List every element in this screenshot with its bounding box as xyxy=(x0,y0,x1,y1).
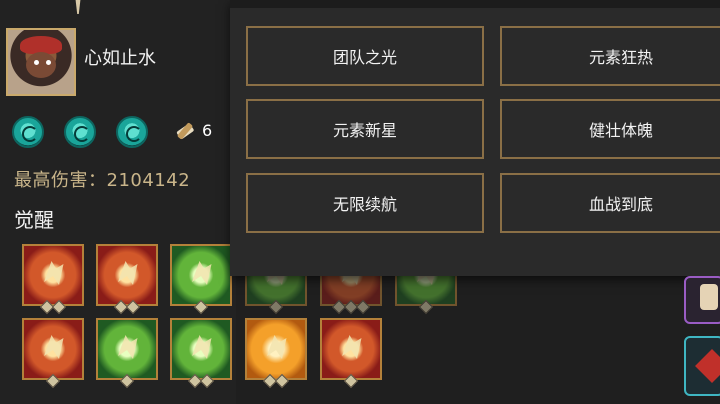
avatar-face xyxy=(26,52,56,78)
side-weapon-slot[interactable] xyxy=(684,336,720,396)
buff-glyph-icon xyxy=(192,335,212,359)
awaken-buff-icon[interactable] xyxy=(96,244,158,315)
options-panel: 团队之光 元素狂热 元素新星 健壮体魄 无限续航 血战到底 xyxy=(230,0,720,276)
panel-top-bar xyxy=(230,0,720,8)
awaken-title: 觉醒 xyxy=(14,208,54,232)
level-diamond-icon xyxy=(343,373,359,389)
buff-level-pips xyxy=(113,299,141,315)
option-element-frenzy[interactable]: 元素狂热 xyxy=(500,26,720,86)
buff-glyph-icon xyxy=(44,261,64,285)
level-diamond-icon xyxy=(355,299,371,315)
buff-level-pips xyxy=(45,373,61,389)
player-name: 心如止水 xyxy=(84,48,156,69)
teal-skill-icon[interactable] xyxy=(12,116,44,148)
option-robust-body[interactable]: 健壮体魄 xyxy=(500,99,720,159)
buff-glyph-icon xyxy=(44,335,64,359)
player-avatar[interactable] xyxy=(6,28,76,96)
awaken-buff-icon[interactable] xyxy=(170,244,232,315)
buff-glyph-icon xyxy=(342,335,362,359)
level-diamond-icon xyxy=(125,299,141,315)
scroll-icon xyxy=(176,122,194,140)
teal-skill-icon[interactable] xyxy=(64,116,96,148)
buff-glyph-icon xyxy=(192,261,212,285)
awaken-buff-icon[interactable] xyxy=(320,318,382,389)
buff-glyph-icon xyxy=(267,335,287,359)
level-diamond-icon xyxy=(51,299,67,315)
level-diamond-icon xyxy=(268,299,284,315)
avatar-eye xyxy=(46,60,51,65)
buff-level-pips xyxy=(268,299,284,315)
option-team-light[interactable]: 团队之光 xyxy=(246,26,484,86)
side-item-icon xyxy=(700,284,718,310)
item-count: 6 xyxy=(202,121,213,140)
buff-level-pips xyxy=(119,373,135,389)
max-damage-text: 最高伤害：2104142 xyxy=(14,170,191,191)
avatar-eye xyxy=(34,60,39,65)
awaken-buff-icon[interactable] xyxy=(22,244,84,315)
level-diamond-icon xyxy=(119,373,135,389)
side-item-slot[interactable] xyxy=(684,276,720,324)
buff-level-pips xyxy=(418,299,434,315)
level-diamond-icon xyxy=(193,299,209,315)
buff-glyph-icon xyxy=(118,335,138,359)
option-fight-to-end[interactable]: 血战到底 xyxy=(500,173,720,233)
option-infinite-endurance[interactable]: 无限续航 xyxy=(246,173,484,233)
buff-level-pips xyxy=(343,373,359,389)
teal-skill-icon[interactable] xyxy=(116,116,148,148)
buff-level-pips xyxy=(193,299,209,315)
buff-level-pips xyxy=(187,373,215,389)
buff-level-pips xyxy=(39,299,67,315)
awaken-buff-icon[interactable] xyxy=(245,318,307,389)
awaken-buff-icon[interactable] xyxy=(170,318,232,389)
buff-glyph-icon xyxy=(118,261,138,285)
level-diamond-icon xyxy=(274,373,290,389)
level-diamond-icon xyxy=(45,373,61,389)
awaken-buff-icon[interactable] xyxy=(96,318,158,389)
level-diamond-icon xyxy=(199,373,215,389)
buff-level-pips xyxy=(262,373,290,389)
buff-level-pips xyxy=(331,299,371,315)
awaken-buff-icon[interactable] xyxy=(22,318,84,389)
level-diamond-icon xyxy=(418,299,434,315)
option-element-nova[interactable]: 元素新星 xyxy=(246,99,484,159)
notch-indicator xyxy=(75,0,81,14)
weapon-icon xyxy=(695,349,720,383)
